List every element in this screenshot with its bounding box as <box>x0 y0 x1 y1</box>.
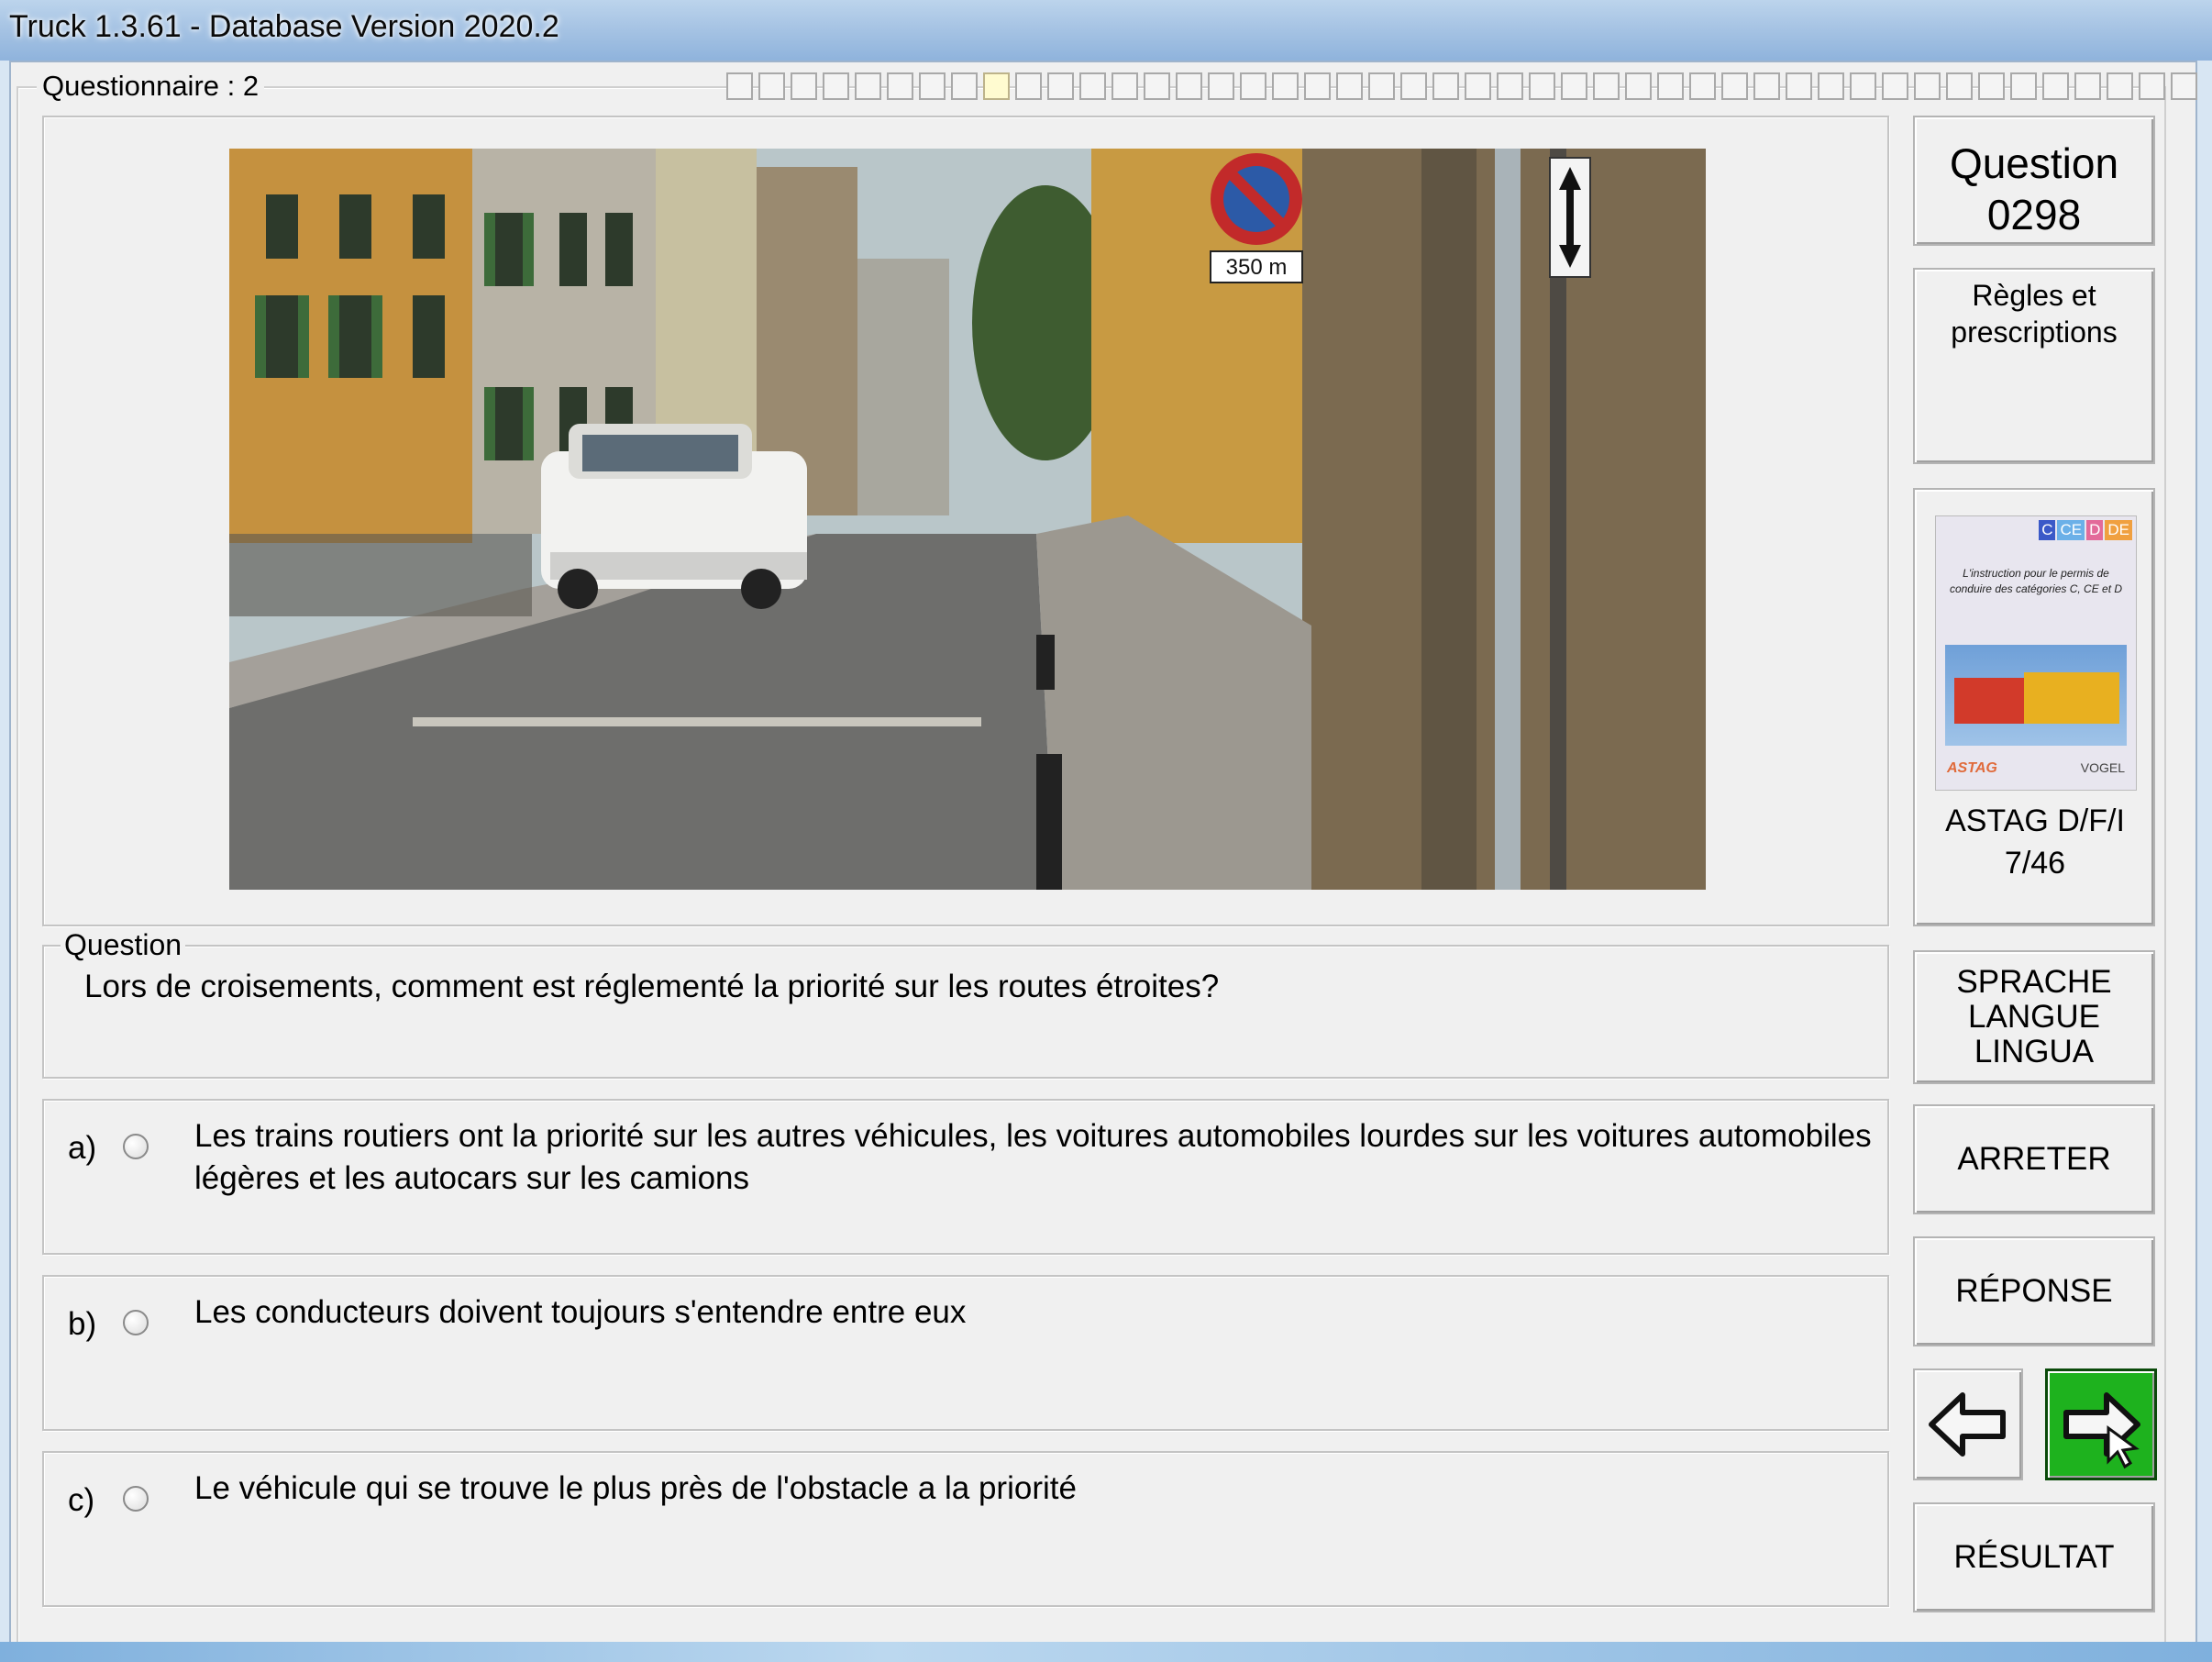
answer-button-label: RÉPONSE <box>1955 1273 2113 1309</box>
progress-segment <box>1047 72 1074 100</box>
progress-segment <box>2074 72 2101 100</box>
question-number: 0298 <box>1986 191 2082 238</box>
progress-segment <box>2107 72 2133 100</box>
progress-segment <box>1786 72 1812 100</box>
question-photo: 350 m <box>229 149 1706 890</box>
progress-segment <box>1432 72 1459 100</box>
source-line-2: 7/46 <box>2004 846 2066 881</box>
progress-segment <box>855 72 881 100</box>
title-bar: Truck 1.3.61 - Database Version 2020.2 <box>0 0 2212 61</box>
progress-segment <box>1978 72 2005 100</box>
language-line-3: LINGUA <box>1974 1034 2095 1069</box>
book-cover-image: C CE D DE L'instruction pour le permis d… <box>1935 515 2137 791</box>
progress-segment <box>1561 72 1587 100</box>
answer-a-text[interactable]: Les trains routiers ont la priorité sur … <box>194 1115 1919 1200</box>
progress-segment <box>1657 72 1684 100</box>
progress-segment <box>1721 72 1748 100</box>
question-legend: Question <box>61 928 186 962</box>
progress-segment <box>1465 72 1491 100</box>
book-cover-truck-image <box>1945 645 2127 746</box>
answer-a-radio[interactable] <box>123 1134 149 1159</box>
category-line-2: prescriptions <box>1951 316 2118 349</box>
progress-segment <box>1882 72 1908 100</box>
progress-segment <box>1079 72 1106 100</box>
progress-segment <box>2171 72 2197 100</box>
next-button[interactable] <box>2045 1368 2157 1480</box>
progress-segment <box>1753 72 1780 100</box>
progress-segment <box>726 72 753 100</box>
progress-segment <box>1112 72 1138 100</box>
question-number-label: Question <box>1949 139 2119 187</box>
progress-segment <box>1400 72 1427 100</box>
answer-button[interactable]: RÉPONSE <box>1913 1236 2155 1346</box>
progress-segment <box>1914 72 1941 100</box>
progress-segment <box>1625 72 1652 100</box>
progress-segment <box>1144 72 1170 100</box>
progress-segment <box>1689 72 1716 100</box>
arrow-right-icon <box>2063 1392 2140 1469</box>
progress-segment <box>919 72 946 100</box>
stop-button[interactable]: ARRETER <box>1913 1104 2155 1214</box>
question-panel <box>42 945 1889 1079</box>
book-cover-text: L'instruction pour le permis de conduire… <box>1949 567 2123 595</box>
progress-segment <box>1946 72 1973 100</box>
progress-segment <box>1304 72 1331 100</box>
progress-segment <box>1240 72 1266 100</box>
sign-distance-text: 350 m <box>1226 255 1288 280</box>
progress-segment <box>758 72 785 100</box>
category-line-1: Règles et <box>1972 279 2096 312</box>
result-button-label: RÉSULTAT <box>1953 1539 2115 1575</box>
progress-segment <box>1272 72 1299 100</box>
question-text: Lors de croisements, comment est régleme… <box>84 969 1220 1004</box>
progress-segment <box>1176 72 1202 100</box>
progress-segment <box>1529 72 1555 100</box>
window-title: Truck 1.3.61 - Database Version 2020.2 <box>9 9 559 44</box>
progress-segment <box>791 72 817 100</box>
question-number-box: Question 0298 <box>1913 116 2155 246</box>
progress-segment <box>2010 72 2037 100</box>
progress-segment <box>1818 72 1844 100</box>
language-line-1: SPRACHE <box>1956 964 2112 1000</box>
source-line-1: ASTAG D/F/I <box>1945 803 2125 838</box>
answer-b-letter: b) <box>68 1306 97 1342</box>
progress-segment <box>1368 72 1395 100</box>
progress-segment <box>1208 72 1234 100</box>
language-button[interactable]: SPRACHE LANGUE LINGUA <box>1913 950 2155 1084</box>
progress-segment <box>2042 72 2069 100</box>
stop-button-label: ARRETER <box>1957 1141 2111 1177</box>
questionnaire-label: Questionnaire : 2 <box>37 70 265 103</box>
answer-b-radio[interactable] <box>123 1310 149 1335</box>
book-logo-right: VOGEL <box>2080 760 2125 775</box>
arrow-left-icon <box>1929 1392 2006 1457</box>
category-box: Règles et prescriptions <box>1913 268 2155 464</box>
progress-segment <box>983 72 1010 100</box>
progress-segment <box>1015 72 1042 100</box>
progress-segment <box>2139 72 2165 100</box>
source-caption: ASTAG D/F/I 7/46 <box>1913 800 2157 884</box>
progress-segment <box>1593 72 1620 100</box>
progress-segment <box>1850 72 1876 100</box>
progress-segment <box>887 72 913 100</box>
result-button[interactable]: RÉSULTAT <box>1913 1502 2155 1612</box>
answer-a-letter: a) <box>68 1130 97 1166</box>
progress-segment <box>1497 72 1523 100</box>
answer-c-radio[interactable] <box>123 1486 149 1512</box>
language-line-2: LANGUE <box>1968 999 2100 1035</box>
progress-segment <box>823 72 849 100</box>
progress-segment <box>951 72 978 100</box>
answer-c-text[interactable]: Le véhicule qui se trouve le plus près d… <box>194 1468 1919 1510</box>
book-logo-left: ASTAG <box>1947 760 1997 776</box>
previous-button[interactable] <box>1913 1368 2023 1480</box>
window-bottom-border <box>0 1642 2212 1662</box>
book-badges: C CE D DE <box>2039 520 2132 540</box>
answer-c-letter: c) <box>68 1482 95 1518</box>
answer-b-text[interactable]: Les conducteurs doivent toujours s'enten… <box>194 1291 1919 1334</box>
question-progress-bar <box>726 72 2197 100</box>
progress-segment <box>1336 72 1363 100</box>
